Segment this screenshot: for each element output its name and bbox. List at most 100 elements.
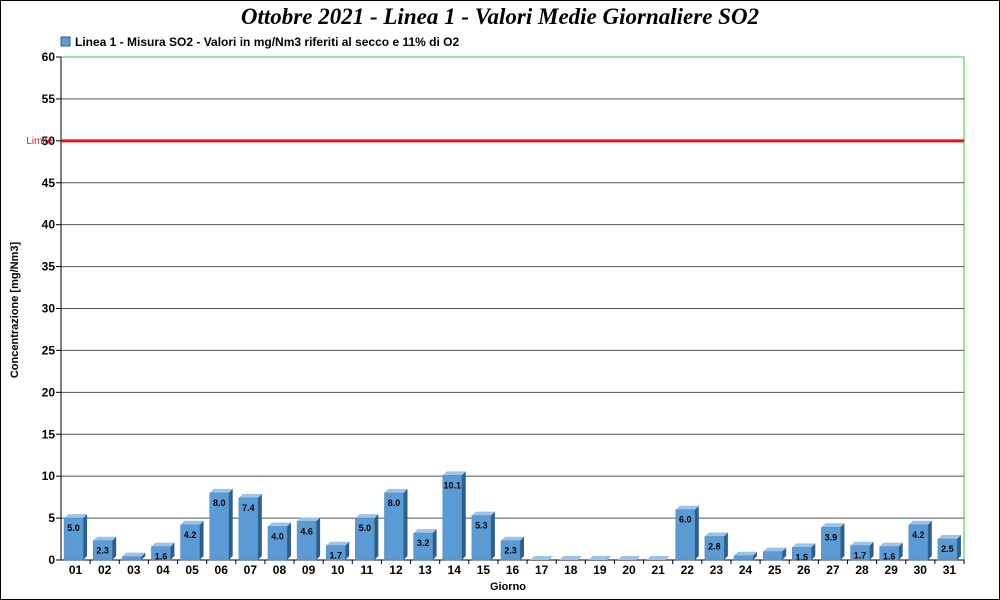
data-label: 4.6 xyxy=(300,526,313,536)
data-label: 5.0 xyxy=(359,523,372,533)
bar-top xyxy=(850,541,874,546)
bar-side xyxy=(432,529,437,560)
bar-top xyxy=(413,529,437,534)
y-tick-label: 55 xyxy=(42,92,56,106)
y-tick-label: 40 xyxy=(42,218,56,232)
x-tick-label: 06 xyxy=(215,563,229,577)
x-tick-label: 22 xyxy=(681,563,695,577)
bar-top xyxy=(442,471,466,476)
bar-top xyxy=(471,511,495,516)
x-tick-label: 14 xyxy=(448,563,462,577)
x-tick-label: 13 xyxy=(418,563,432,577)
bar-top xyxy=(530,556,554,560)
x-tick-label: 26 xyxy=(797,563,811,577)
x-tick-label: 27 xyxy=(826,563,840,577)
bar-side xyxy=(83,514,88,560)
bar-top xyxy=(501,536,524,541)
bar-top xyxy=(384,488,408,493)
bar-side xyxy=(956,535,961,560)
bar-top xyxy=(238,493,262,498)
bar-top xyxy=(151,542,175,547)
x-tick-label: 24 xyxy=(739,563,753,577)
bar-side xyxy=(257,493,262,560)
x-tick-label: 30 xyxy=(914,563,928,577)
data-label: 1.5 xyxy=(796,552,809,562)
bar-side xyxy=(228,488,233,560)
x-tick-label: 25 xyxy=(768,563,782,577)
bar-top xyxy=(617,556,641,560)
x-tick-label: 29 xyxy=(884,563,898,577)
data-label: 8.0 xyxy=(213,498,226,508)
data-label: 7.4 xyxy=(242,503,255,513)
bar-side xyxy=(840,523,845,560)
y-tick-label: 25 xyxy=(42,343,56,357)
data-label: 1.7 xyxy=(854,551,867,561)
data-label: 4.2 xyxy=(912,530,925,540)
bar-top xyxy=(646,556,670,560)
data-label: 2.3 xyxy=(96,546,109,556)
bar-top xyxy=(93,536,117,541)
bar-top xyxy=(704,532,728,537)
data-label: 4.0 xyxy=(271,531,284,541)
data-label: 1.6 xyxy=(155,552,168,562)
bar-side xyxy=(461,471,466,560)
x-tick-label: 28 xyxy=(855,563,869,577)
bar-side xyxy=(374,514,379,560)
x-tick-label: 18 xyxy=(564,563,578,577)
bar xyxy=(733,555,754,561)
legend-label: Linea 1 - Misura SO2 - Valori in mg/Nm3 … xyxy=(75,35,459,49)
y-tick-label: 0 xyxy=(48,553,55,567)
y-tick-label: 45 xyxy=(42,176,56,190)
x-tick-label: 07 xyxy=(244,563,258,577)
bar-top xyxy=(908,520,932,525)
data-label: 2.8 xyxy=(708,542,721,552)
data-label: 2.5 xyxy=(941,544,954,554)
x-tick-label: 09 xyxy=(302,563,316,577)
bar-top xyxy=(937,535,961,540)
data-label: 1.6 xyxy=(883,552,896,562)
data-label: 6.0 xyxy=(679,515,692,525)
bar xyxy=(122,556,142,561)
x-tick-label: 19 xyxy=(593,563,607,577)
bar-top xyxy=(297,517,321,522)
bar-top xyxy=(326,541,350,546)
bar-side xyxy=(927,520,932,560)
data-label: 1.7 xyxy=(329,551,342,561)
bar-side xyxy=(199,520,204,560)
data-label: 2.3 xyxy=(504,546,517,556)
bar-top xyxy=(763,547,787,552)
data-label: 10.1 xyxy=(443,480,461,490)
bar-top xyxy=(355,514,379,519)
y-axis-label: Concentrazione [mg/Nm3] xyxy=(9,242,21,379)
y-tick-label: 10 xyxy=(42,469,56,483)
x-axis-label: Giorno xyxy=(490,581,526,593)
y-tick-label: 30 xyxy=(42,302,56,316)
bar-side xyxy=(403,488,408,560)
bar-top xyxy=(821,523,845,528)
chart-title: Ottobre 2021 - Linea 1 - Valori Medie Gi… xyxy=(241,4,759,29)
data-label: 5.0 xyxy=(67,523,80,533)
x-tick-label: 21 xyxy=(651,563,665,577)
y-tick-label: 35 xyxy=(42,260,56,274)
x-tick-label: 11 xyxy=(361,563,374,577)
x-tick-label: 08 xyxy=(273,563,287,577)
bar-side xyxy=(694,505,699,560)
data-label: 4.2 xyxy=(184,530,197,540)
legend-swatch xyxy=(60,36,71,47)
x-tick-label: 16 xyxy=(506,563,520,577)
bar-side xyxy=(286,522,291,560)
bar-side xyxy=(490,511,495,560)
bar-side xyxy=(112,536,117,560)
bar-top xyxy=(267,522,291,527)
y-tick-label: 60 xyxy=(42,50,56,64)
x-tick-label: 02 xyxy=(98,563,112,577)
bar-side xyxy=(723,532,728,560)
bar-top xyxy=(64,514,88,519)
bar-top xyxy=(792,543,816,548)
y-tick-label: 20 xyxy=(42,385,56,399)
legend: Linea 1 - Misura SO2 - Valori in mg/Nm3 … xyxy=(60,35,459,49)
bar-top xyxy=(209,488,233,493)
x-tick-label: 01 xyxy=(69,563,83,577)
x-tick-label: 20 xyxy=(622,563,636,577)
bar-top xyxy=(559,556,583,560)
